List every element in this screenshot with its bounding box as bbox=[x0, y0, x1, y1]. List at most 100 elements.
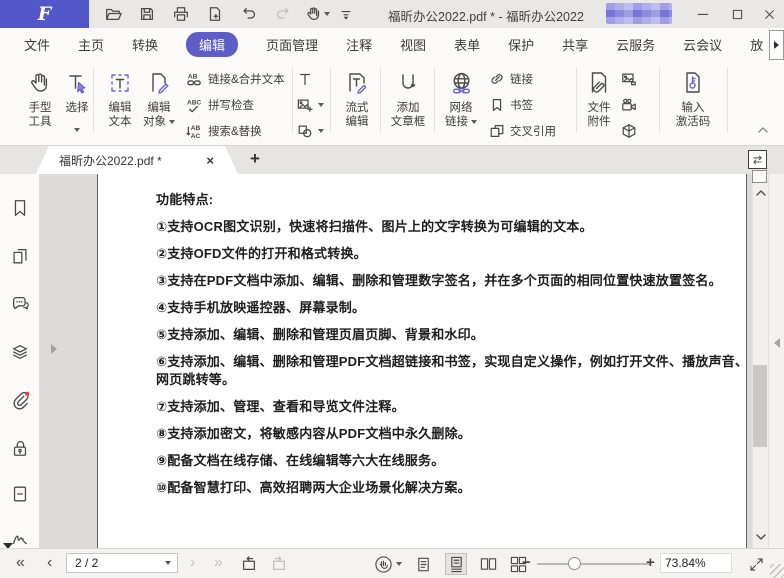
menu-tab-home[interactable]: 主页 bbox=[78, 35, 104, 54]
zoom-out-button[interactable]: − bbox=[522, 554, 531, 571]
page-number-input[interactable]: 2 / 2 bbox=[66, 553, 178, 573]
layers-panel-button[interactable] bbox=[8, 340, 32, 364]
save-button[interactable] bbox=[137, 4, 157, 24]
scroll-up-icon[interactable] bbox=[755, 188, 767, 198]
continuous-view-button-selected[interactable] bbox=[445, 553, 467, 575]
menu-tab-convert[interactable]: 转换 bbox=[132, 35, 158, 54]
bookmarks-panel-button[interactable] bbox=[8, 196, 32, 220]
close-button[interactable] bbox=[758, 4, 780, 24]
pdf-page-text[interactable]: 功能特点: ①支持OCR图文识别，快速将扫描件、图片上的文字转换为可编辑的文本。… bbox=[156, 191, 748, 506]
previous-page-button[interactable]: ‹ bbox=[47, 553, 52, 573]
right-panel-expand-handle[interactable] bbox=[774, 338, 780, 348]
new-tab-button[interactable]: + bbox=[250, 149, 260, 169]
select-tool-button[interactable]: 选择 bbox=[58, 65, 96, 137]
menu-tab-page-management[interactable]: 页面管理 bbox=[266, 35, 318, 54]
page-thumbnails-panel-button[interactable] bbox=[8, 244, 32, 268]
hand-tool-quick-button[interactable] bbox=[303, 4, 323, 24]
app-logo[interactable]: F bbox=[0, 0, 89, 28]
image-annotation-button[interactable] bbox=[621, 66, 637, 92]
window-resize-grip[interactable] bbox=[770, 564, 784, 578]
edit-object-button[interactable]: 编辑 对象 bbox=[138, 65, 180, 129]
last-page-button[interactable]: » bbox=[214, 553, 223, 573]
add-article-box-button[interactable]: 添加 文章框 bbox=[382, 65, 434, 129]
security-panel-button[interactable] bbox=[8, 436, 32, 460]
split-view-button[interactable] bbox=[752, 170, 767, 183]
window-title: 福昕办公2022.pdf * - 福昕办公2022 bbox=[388, 6, 584, 25]
menu-tab-overflow-partial[interactable]: 放 bbox=[750, 35, 763, 54]
menu-tab-file[interactable]: 文件 bbox=[24, 35, 50, 54]
doc-line: ⑨配备文档在线存储、在线编辑等六大在线服务。 bbox=[156, 452, 748, 470]
menu-tab-form[interactable]: 表单 bbox=[454, 35, 480, 54]
open-file-button[interactable] bbox=[103, 4, 123, 24]
first-page-button[interactable]: « bbox=[16, 553, 25, 573]
tab-close-icon[interactable]: × bbox=[206, 153, 214, 168]
zoom-slider-knob[interactable] bbox=[568, 557, 581, 570]
search-replace-icon: ABAC bbox=[186, 123, 203, 140]
user-account-badge-redacted[interactable] bbox=[606, 3, 672, 24]
menu-tab-edit-active[interactable]: 编辑 bbox=[186, 32, 238, 57]
comments-panel-button[interactable] bbox=[8, 292, 32, 316]
sidebar-expand-handle[interactable] bbox=[51, 344, 57, 354]
menu-tab-share[interactable]: 共享 bbox=[562, 35, 588, 54]
link-tools-column: 链接 书签 交叉引用 bbox=[489, 66, 556, 144]
customize-quick-access-button[interactable] bbox=[336, 4, 356, 24]
video-audio-icon bbox=[621, 97, 637, 113]
add-shapes-button[interactable] bbox=[297, 118, 324, 144]
menu-tab-protect[interactable]: 保护 bbox=[508, 35, 534, 54]
maximize-button[interactable] bbox=[726, 4, 748, 24]
layers-icon bbox=[10, 342, 30, 362]
enter-activation-code-button[interactable]: 输入 激活码 bbox=[662, 65, 724, 129]
add-image-button[interactable] bbox=[297, 92, 324, 118]
destinations-panel-button[interactable] bbox=[8, 482, 32, 506]
page-dropdown-caret[interactable] bbox=[165, 561, 171, 565]
pdf-page[interactable]: 功能特点: ①支持OCR图文识别，快速将扫描件、图片上的文字转换为可编辑的文本。… bbox=[97, 174, 747, 548]
vertical-scrollbar[interactable] bbox=[752, 174, 768, 548]
web-link-button[interactable]: 网络 链接 bbox=[436, 65, 486, 129]
document-tab-title: 福昕办公2022.pdf * bbox=[59, 152, 162, 169]
spell-check-button[interactable]: ABC 拼写检查 bbox=[186, 92, 285, 118]
search-replace-button[interactable]: ABAC 搜索&替换 bbox=[186, 118, 285, 144]
edit-text-button[interactable]: 编辑 文本 bbox=[99, 65, 141, 129]
zoom-slider-track[interactable] bbox=[537, 563, 651, 565]
page-indicator: 2 / 2 bbox=[75, 556, 98, 570]
bookmark-button[interactable]: 书签 bbox=[489, 92, 556, 118]
hand-mode-button[interactable] bbox=[372, 553, 394, 575]
title-bar: F 福昕办公2022.pdf * - 福昕办公2022 bbox=[0, 0, 784, 28]
add-text-button[interactable] bbox=[297, 66, 324, 92]
link-button[interactable]: 链接 bbox=[489, 66, 556, 92]
video-audio-button[interactable] bbox=[621, 92, 637, 118]
text-tools-column: AB 链接&合并文本 ABC 拼写检查 ABAC 搜索&替换 bbox=[186, 66, 285, 144]
single-page-view-button[interactable] bbox=[412, 553, 434, 575]
zoom-in-button[interactable]: + bbox=[646, 554, 655, 571]
minimize-button[interactable] bbox=[692, 4, 714, 24]
cross-reference-button[interactable]: 交叉引用 bbox=[489, 118, 556, 144]
fullscreen-button[interactable] bbox=[745, 553, 767, 575]
undo-button[interactable] bbox=[239, 4, 259, 24]
redo-button[interactable] bbox=[273, 4, 293, 24]
flow-edit-button[interactable]: 流式 编辑 bbox=[334, 65, 380, 129]
menu-tab-view[interactable]: 视图 bbox=[400, 35, 426, 54]
document-tab-active[interactable]: 福昕办公2022.pdf * × bbox=[36, 146, 238, 174]
menu-scroll-right-button[interactable] bbox=[769, 30, 784, 60]
facing-view-button[interactable] bbox=[477, 553, 499, 575]
file-attachment-button[interactable]: 文件 附件 bbox=[577, 65, 621, 129]
next-view-button[interactable] bbox=[268, 553, 290, 575]
print-button[interactable] bbox=[171, 4, 191, 24]
previous-view-button[interactable] bbox=[238, 553, 260, 575]
link-merge-text-button[interactable]: AB 链接&合并文本 bbox=[186, 66, 285, 92]
scrollbar-thumb[interactable] bbox=[753, 365, 767, 447]
3d-annotation-button[interactable] bbox=[621, 118, 637, 144]
next-page-button[interactable]: › bbox=[190, 553, 195, 573]
hand-tool-dropdown-caret[interactable] bbox=[324, 12, 330, 16]
scroll-down-icon[interactable] bbox=[755, 532, 767, 542]
menu-tab-cloud-service[interactable]: 云服务 bbox=[616, 35, 655, 54]
collapse-ribbon-button[interactable] bbox=[756, 123, 770, 141]
select-dropdown-caret bbox=[74, 128, 80, 132]
attachments-panel-button[interactable] bbox=[8, 388, 32, 412]
zoom-percentage-input[interactable]: 73.84% bbox=[660, 553, 732, 573]
menu-tab-cloud-meeting[interactable]: 云会议 bbox=[683, 35, 722, 54]
menu-tab-comment[interactable]: 注释 bbox=[346, 35, 372, 54]
hand-mode-dropdown-caret[interactable] bbox=[396, 562, 402, 566]
switch-tab-mode-button[interactable] bbox=[748, 150, 767, 169]
new-document-button[interactable] bbox=[205, 4, 225, 24]
